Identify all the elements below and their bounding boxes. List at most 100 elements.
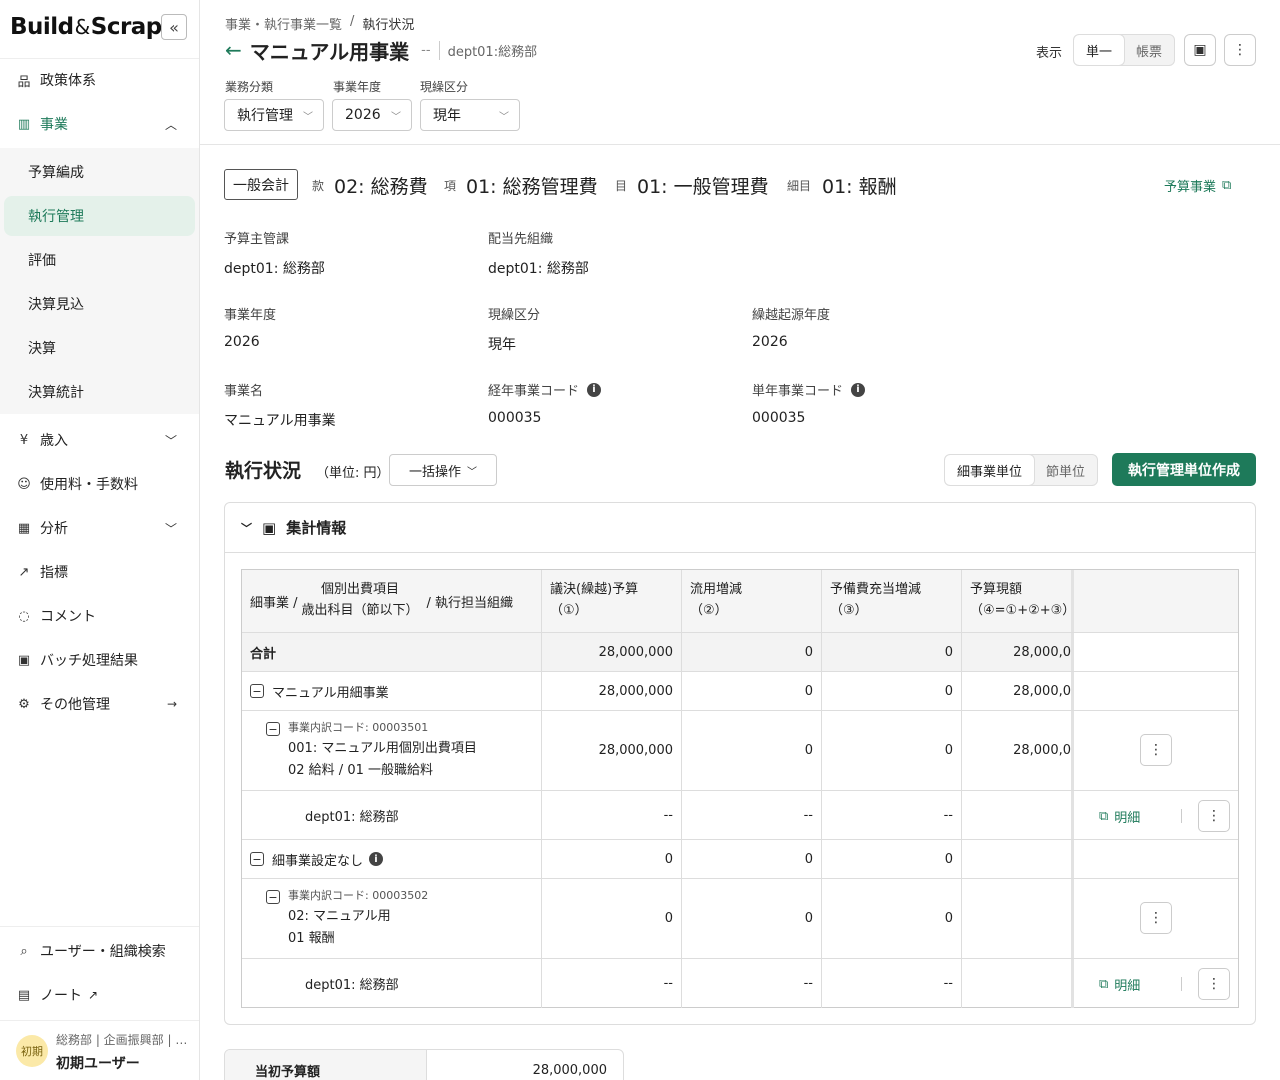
nav-item-revenue[interactable]: ¥ 歳入 ﹀	[0, 420, 199, 460]
header-col-item: 細事業 / 個別出費項目 歳出科目（節以下） / 執行担当組織	[242, 570, 542, 632]
chevron-up-icon: ︿	[164, 117, 177, 132]
chevron-down-icon: ﹀	[164, 521, 177, 536]
nav-item-batch[interactable]: ▣ バッチ処理結果	[0, 640, 199, 680]
cell-empty	[962, 840, 1074, 878]
nav-label: ユーザー・組織検索	[40, 944, 166, 960]
header-col-budget: 議決(繰越)予算 （①）	[542, 570, 682, 632]
logo-text-right: Scrap	[90, 14, 163, 40]
budget-project-link[interactable]: 予算事業 ⧉	[1164, 176, 1231, 195]
info-icon[interactable]: i	[851, 382, 866, 397]
title-org: dept01:総務部	[438, 40, 537, 60]
collapse-icon[interactable]: −	[266, 722, 280, 736]
page-title: マニュアル用事業	[249, 39, 410, 64]
terminal-icon: ▣	[17, 652, 31, 668]
subnav-item-statistics[interactable]: 決算統計	[4, 372, 195, 412]
row-label-cell: − 事業内訳コード: 00003502 02: マニュアル用 01 報酬	[242, 879, 542, 958]
moku-label: 目	[615, 179, 628, 193]
account-type-badge: 一般会計	[224, 169, 298, 200]
arrow-right-icon: →	[166, 697, 177, 711]
header-text: 歳出科目（節以下）	[301, 603, 419, 618]
breadcrumb-link[interactable]: 事業・執行事業一覧	[225, 14, 342, 33]
nav-label: 事業	[40, 117, 68, 133]
field-value: 現年	[488, 337, 516, 353]
cell-value: 0	[682, 840, 822, 878]
cell-value: 28,000,000	[542, 633, 682, 671]
view-mode-report[interactable]: 帳票	[1124, 35, 1174, 65]
org-label: dept01: 総務部	[242, 791, 542, 839]
row-more-button[interactable]: ⋮	[1198, 800, 1230, 832]
row-more-button[interactable]: ⋮	[1198, 968, 1230, 1000]
row-more-button[interactable]: ⋮	[1140, 902, 1172, 934]
item-text: 事業内訳コード: 00003501 001: マニュアル用個別出費項目 02 給…	[288, 719, 477, 782]
view-mode-single[interactable]: 単一	[1074, 35, 1125, 65]
info-icon[interactable]: i	[587, 382, 602, 397]
user-menu[interactable]: 初期 総務部 | 企画振興部 | … 初期ユーザー	[0, 1020, 199, 1080]
field-label: 現繰区分	[488, 308, 541, 323]
more-vertical-icon: ⋮	[1233, 42, 1247, 58]
chevron-down-icon: ﹀	[164, 433, 177, 448]
unit-mode-section[interactable]: 節単位	[1034, 455, 1097, 485]
item-name: 001: マニュアル用個別出費項目	[288, 740, 477, 756]
subnav-item-execution[interactable]: 執行管理	[4, 196, 195, 236]
subnav-item-budget[interactable]: 予算編成	[4, 152, 195, 192]
search-icon: ⌕	[20, 943, 28, 959]
unit-mode-project[interactable]: 細事業単位	[945, 455, 1035, 485]
divider	[1181, 809, 1182, 823]
cell-value: 28,000,0	[962, 672, 1074, 710]
kan-value: 02: 総務費	[334, 176, 428, 198]
bulk-action-button[interactable]: 一括操作 ﹀	[389, 454, 497, 486]
row-more-button[interactable]: ⋮	[1140, 734, 1172, 766]
detail-link[interactable]: ⧉ 明細	[1099, 807, 1140, 826]
info-icon[interactable]: i	[369, 852, 384, 866]
panel-header[interactable]: ﹀ ▣ 集計情報	[225, 503, 1255, 553]
subnav-item-settlement[interactable]: 決算	[4, 328, 195, 368]
hierarchy-icon: 品	[17, 74, 31, 90]
header-text: 流用増減	[690, 582, 743, 598]
select-value: 現年	[433, 108, 461, 124]
year-select[interactable]: 2026 ﹀	[332, 99, 412, 131]
subnav-item-forecast[interactable]: 決算見込	[4, 284, 195, 324]
back-arrow-icon[interactable]: ←	[225, 38, 242, 62]
nav-item-fees[interactable]: ☺ 使用料・手数料	[0, 464, 199, 504]
nav-item-comments[interactable]: ◌ コメント	[0, 596, 199, 636]
nav-item-analysis[interactable]: ▦ 分析 ﹀	[0, 508, 199, 548]
cell-value: --	[822, 791, 962, 839]
category-select[interactable]: 現年 ﹀	[420, 99, 520, 131]
collapse-sidebar-button[interactable]: «	[161, 14, 187, 40]
nav-item-policy[interactable]: 品 政策体系	[0, 60, 199, 100]
table-row-org: dept01: 総務部 -- -- -- ⧉ 明細 ⋮	[242, 791, 1238, 840]
view-mode-toggle: 単一 帳票	[1073, 34, 1176, 66]
calendar-export-button[interactable]: ▣	[1184, 34, 1216, 66]
app-logo[interactable]: Build & Scrap	[10, 10, 162, 44]
nav-item-project[interactable]: ▥ 事業 ︿	[0, 104, 199, 144]
business-select[interactable]: 執行管理 ﹀	[224, 99, 324, 131]
collapse-icon[interactable]: −	[250, 684, 264, 698]
collapse-icon[interactable]: −	[266, 890, 280, 904]
cell-value: 0	[822, 672, 962, 710]
external-link-icon: ⧉	[1099, 809, 1109, 824]
field-value: 000035	[488, 410, 542, 426]
subnav-item-evaluation[interactable]: 評価	[4, 240, 195, 280]
nav-label: 歳入	[40, 433, 68, 449]
cell-value: --	[682, 959, 822, 1008]
nav-item-user-search[interactable]: ⌕ ユーザー・組織検索	[0, 931, 199, 971]
nav-item-notes[interactable]: ▤ ノート ↗	[0, 975, 199, 1015]
header-text: （④=①+②+③）	[970, 603, 1074, 618]
user-name: 初期ユーザー	[56, 1056, 140, 1072]
more-menu-button[interactable]: ⋮	[1224, 34, 1256, 66]
nav-item-other[interactable]: ⚙ その他管理 →	[0, 684, 199, 724]
bulk-label: 一括操作	[408, 464, 461, 480]
field-value: dept01: 総務部	[488, 261, 589, 277]
create-execution-unit-button[interactable]: 執行管理単位作成	[1112, 453, 1256, 486]
collapse-icon[interactable]: −	[250, 852, 264, 866]
cell-value: 28,000,0	[962, 633, 1074, 671]
nav-item-indicators[interactable]: ↗ 指標	[0, 552, 199, 592]
detail-label: 明細	[1114, 811, 1141, 826]
detail-link[interactable]: ⧉ 明細	[1099, 975, 1140, 994]
select-value: 執行管理	[237, 108, 293, 124]
row-label: マニュアル用細事業	[272, 685, 389, 701]
yen-receipt-icon: ¥	[19, 432, 29, 448]
cell-value: 0	[682, 711, 822, 790]
sidebar: Build & Scrap « 品 政策体系 ▥ 事業 ︿ 予算編成 執行管理 評価…	[0, 0, 200, 1080]
header-col-transfer: 流用増減 （②）	[682, 570, 822, 632]
